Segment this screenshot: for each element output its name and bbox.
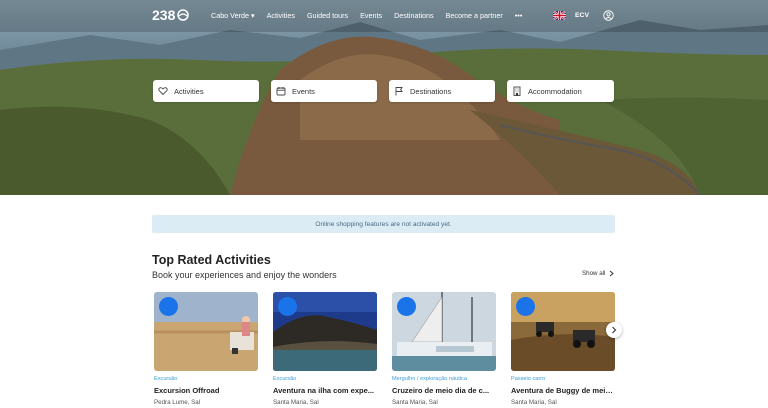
chevron-right-icon [612, 326, 617, 334]
currency-selector[interactable]: ECV [575, 12, 589, 19]
shopping-notice-banner: Online shopping features are not activat… [152, 215, 615, 233]
uk-flag-icon[interactable] [553, 11, 566, 20]
calendar-icon [276, 87, 286, 96]
card-location: Santa Maria, Sal [392, 399, 438, 406]
activity-image [154, 292, 258, 371]
menu-item-become-partner[interactable]: Become a partner [446, 11, 503, 20]
menu-item-destinations[interactable]: Destinations [394, 11, 434, 20]
card-badge [397, 297, 416, 316]
user-account-icon[interactable] [603, 10, 614, 21]
card-title[interactable]: Aventura de Buggy de meio... [511, 386, 615, 395]
show-all-link[interactable]: Show all [582, 270, 615, 277]
activity-card[interactable]: Passeio carro Aventura de Buggy de meio.… [511, 292, 615, 406]
menu-item-events[interactable]: Events [360, 11, 382, 20]
top-navbar: 238 Cabo Verde ▾ Activities Guided tours… [0, 0, 768, 32]
show-all-label: Show all [582, 270, 606, 277]
menu-more-button[interactable]: ••• [515, 11, 523, 20]
card-title[interactable]: Aventura na ilha com expe... [273, 386, 377, 395]
carousel-next-button[interactable] [606, 322, 622, 338]
card-badge [159, 297, 178, 316]
site-logo[interactable]: 238 [152, 7, 190, 23]
chevron-right-icon [610, 270, 615, 277]
card-location: Pedra Lume, Sal [154, 399, 201, 406]
activity-card[interactable]: Excursão Aventura na ilha com expe... Sa… [273, 292, 377, 406]
main-menu: Cabo Verde ▾ Activities Guided tours Eve… [211, 11, 534, 20]
building-icon [513, 86, 521, 96]
tab-accommodation[interactable]: Accommodation [507, 80, 614, 102]
menu-item-cabo-verde[interactable]: Cabo Verde ▾ [211, 11, 255, 20]
card-location: Santa Maria, Sal [511, 399, 557, 406]
heart-icon [158, 87, 168, 96]
nav-right-group: ECV [553, 10, 614, 21]
card-badge [516, 297, 535, 316]
card-badge [278, 297, 297, 316]
card-title[interactable]: Excursion Offroad [154, 386, 258, 395]
activity-card[interactable]: Mergulho / exploração náutica Cruzeiro d… [392, 292, 496, 406]
flag-icon [395, 87, 403, 96]
activity-card[interactable]: Excursão Excursion Offroad Pedra Lume, S… [154, 292, 258, 406]
card-category: Excursão [154, 376, 178, 382]
card-category: Mergulho / exploração náutica [392, 376, 467, 382]
tab-activities[interactable]: Activities [153, 80, 259, 102]
logo-swoosh-icon [177, 9, 190, 21]
hero-banner: 238 Cabo Verde ▾ Activities Guided tours… [0, 0, 768, 195]
tab-destinations[interactable]: Destinations [389, 80, 495, 102]
notice-text: Online shopping features are not activat… [315, 220, 452, 228]
tab-accommodation-label: Accommodation [528, 86, 582, 96]
menu-item-activities[interactable]: Activities [267, 11, 295, 20]
tab-events[interactable]: Events [271, 80, 377, 102]
section-title: Top Rated Activities [152, 253, 271, 267]
search-category-tabs: Activities Events Destinations Accommoda… [153, 80, 615, 102]
activity-image [392, 292, 496, 371]
logo-text: 238 [152, 7, 176, 23]
card-category: Excursão [273, 376, 297, 382]
tab-activities-label: Activities [174, 86, 204, 96]
activity-image [511, 292, 615, 371]
activity-image [273, 292, 377, 371]
tab-events-label: Events [292, 86, 315, 96]
section-subtitle: Book your experiences and enjoy the wond… [152, 270, 337, 280]
tab-destinations-label: Destinations [410, 86, 452, 96]
card-category: Passeio carro [511, 376, 546, 382]
card-title[interactable]: Cruzeiro de meio dia de c... [392, 386, 496, 395]
menu-item-guided-tours[interactable]: Guided tours [307, 11, 348, 20]
card-location: Santa Maria, Sal [273, 399, 319, 406]
